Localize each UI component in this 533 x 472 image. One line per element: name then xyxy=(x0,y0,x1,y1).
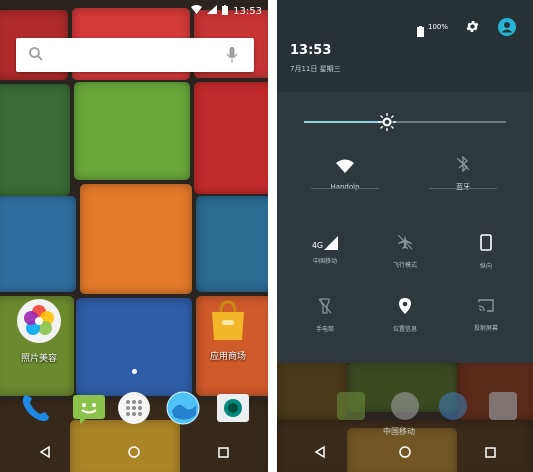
app-drawer-icon xyxy=(391,392,419,420)
phone-icon[interactable] xyxy=(18,391,52,425)
app-store[interactable]: 应用商场 xyxy=(206,300,250,362)
header-date: 7月11日 星期三 xyxy=(290,65,341,73)
search-bar[interactable] xyxy=(16,38,254,72)
panel-header: 100% 13:53 7月11日 星期三 xyxy=(277,0,533,92)
location-icon xyxy=(399,298,411,318)
brightness-slider-fill xyxy=(304,121,387,123)
network-badge: 4G xyxy=(311,241,324,250)
flashlight-off-icon xyxy=(318,298,332,318)
tile-wifi[interactable]: Handolp xyxy=(305,158,385,191)
home-icon[interactable] xyxy=(399,443,412,462)
back-icon[interactable] xyxy=(314,443,326,462)
settings-gear-icon[interactable] xyxy=(465,19,480,38)
browser-globe-icon xyxy=(439,392,467,420)
shopping-bag-icon xyxy=(206,300,250,346)
messaging-icon[interactable] xyxy=(72,391,106,425)
rotation-portrait-icon xyxy=(480,234,492,255)
quick-settings-panel: 100% 13:53 7月11日 星期三 Handolp 蓝牙 4G 中国移动 … xyxy=(277,0,533,363)
signal-icon xyxy=(207,5,218,17)
tile-label: 投射屏幕 xyxy=(473,325,498,332)
bluetooth-off-icon xyxy=(456,155,470,176)
tile-label: 飞行模式 xyxy=(392,262,417,269)
status-time: 13:53 xyxy=(233,5,262,17)
brightness-sun-icon[interactable] xyxy=(377,113,396,135)
battery-icon xyxy=(222,4,229,18)
browser-globe-icon[interactable] xyxy=(166,391,200,425)
brightness-slider-track[interactable] xyxy=(304,121,506,123)
tile-location[interactable]: 位置信息 xyxy=(365,298,445,333)
quick-settings-screen: 中国移动 100% 13:53 7月11日 星期三 Handolp 蓝牙 4G … xyxy=(277,0,533,472)
tile-airplane[interactable]: 飞行模式 xyxy=(365,234,445,269)
battery-percent: 100% xyxy=(428,23,449,31)
tile-flashlight[interactable]: 手电筒 xyxy=(285,298,365,333)
user-avatar-icon[interactable] xyxy=(498,18,516,40)
home-screen: 13:53 照片美容 应用商场 xyxy=(0,0,268,472)
search-icon[interactable] xyxy=(28,46,44,66)
tile-bluetooth[interactable]: 蓝牙 xyxy=(423,155,503,192)
tile-label: 中国移动 xyxy=(312,258,337,265)
app-label: 照片美容 xyxy=(20,354,57,364)
recents-icon[interactable] xyxy=(218,443,229,462)
nav-bar xyxy=(277,432,533,472)
cast-screen-icon xyxy=(477,298,495,317)
tile-label: Handolp xyxy=(330,183,360,191)
cellular-signal-icon: 4G xyxy=(311,236,339,250)
airplane-mode-icon xyxy=(397,234,413,254)
tile-label: 手电筒 xyxy=(315,326,334,333)
recents-icon[interactable] xyxy=(485,443,496,462)
divider xyxy=(429,188,497,189)
microphone-icon[interactable] xyxy=(226,46,238,68)
app-photo-beauty[interactable]: 照片美容 xyxy=(16,298,62,364)
tile-rotation[interactable]: 纵向 xyxy=(446,234,526,270)
wifi-icon xyxy=(336,158,354,177)
camera-icon xyxy=(489,392,517,420)
status-bar: 13:53 xyxy=(0,0,268,22)
app-drawer-icon[interactable] xyxy=(117,391,151,425)
tile-cellular[interactable]: 4G 中国移动 xyxy=(285,236,365,265)
battery-icon xyxy=(417,22,424,41)
messaging-icon xyxy=(337,392,365,420)
home-icon[interactable] xyxy=(128,443,141,462)
tile-label: 蓝牙 xyxy=(456,183,470,191)
back-icon[interactable] xyxy=(39,443,51,462)
wifi-icon xyxy=(191,5,203,17)
page-indicator-dot xyxy=(132,369,137,374)
nav-bar xyxy=(0,432,268,472)
divider xyxy=(311,188,379,189)
tile-cast[interactable]: 投射屏幕 xyxy=(446,298,526,332)
app-label: 应用商场 xyxy=(209,352,246,362)
tile-label: 位置信息 xyxy=(392,326,417,333)
photo-flower-icon xyxy=(16,298,62,348)
tile-label: 纵向 xyxy=(479,263,492,270)
camera-icon[interactable] xyxy=(216,391,250,425)
header-time: 13:53 xyxy=(290,43,332,58)
